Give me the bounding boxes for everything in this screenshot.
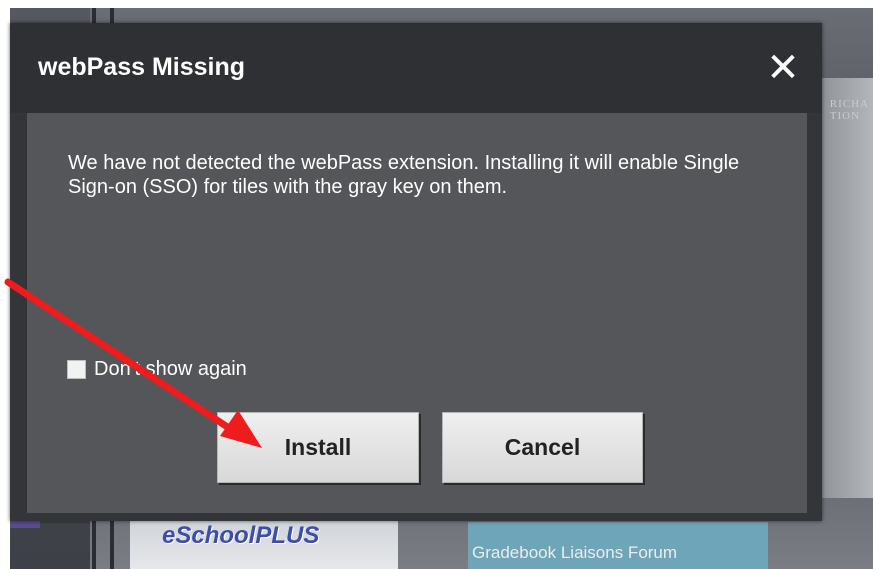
cancel-button[interactable]: Cancel bbox=[442, 412, 643, 483]
dialog-header: webPass Missing ✕ bbox=[10, 23, 822, 113]
dialog-body: We have not detected the webPass extensi… bbox=[27, 113, 807, 513]
eschoolplus-tile-label: eSchoolPLUS bbox=[162, 522, 320, 549]
dialog-message: We have not detected the webPass extensi… bbox=[68, 152, 740, 198]
dont-show-again-row[interactable]: Don't show again bbox=[67, 358, 247, 381]
building-text-line: TION bbox=[829, 110, 861, 122]
building-text-line: RICHA bbox=[829, 98, 869, 110]
dont-show-again-label[interactable]: Don't show again bbox=[94, 358, 247, 381]
dialog-title: webPass Missing bbox=[38, 53, 246, 81]
close-icon[interactable]: ✕ bbox=[764, 48, 802, 88]
install-button[interactable]: Install bbox=[217, 412, 419, 483]
background-building-image bbox=[813, 78, 873, 498]
background-building-text: RICHA TION bbox=[830, 98, 869, 122]
dont-show-again-checkbox[interactable] bbox=[67, 360, 86, 379]
gradebook-liaisons-tile-label: Gradebook Liaisons Forum bbox=[472, 543, 678, 562]
webpass-missing-dialog: webPass Missing ✕ We have not detected t… bbox=[10, 23, 822, 521]
